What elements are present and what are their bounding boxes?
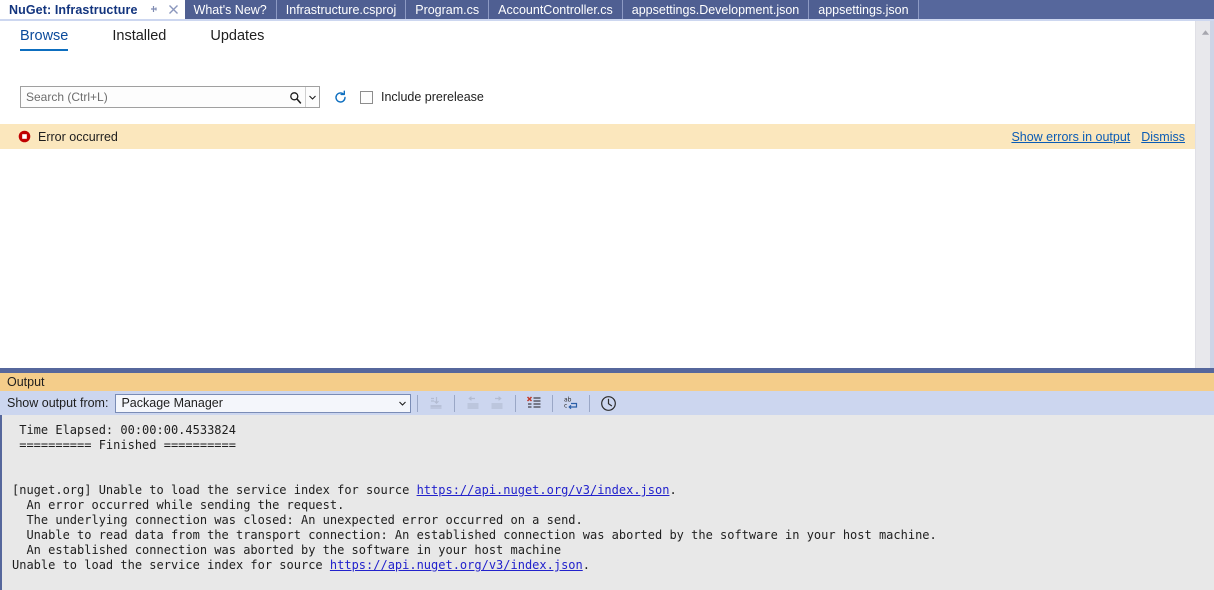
output-url-link[interactable]: https://api.nuget.org/v3/index.json — [330, 558, 583, 572]
svg-text:c: c — [564, 403, 567, 410]
toolbar-separator — [552, 394, 554, 412]
toggle-word-wrap-icon[interactable]: ab c — [560, 393, 582, 413]
previous-message-icon[interactable] — [462, 393, 484, 413]
error-message: Error occurred — [38, 129, 118, 144]
show-timestamps-icon[interactable] — [597, 393, 619, 413]
output-url-link[interactable]: https://api.nuget.org/v3/index.json — [417, 483, 670, 497]
tab-infrastructure-csproj[interactable]: Infrastructure.csproj — [276, 0, 407, 19]
output-title-bar[interactable]: Output — [0, 373, 1214, 391]
output-title: Output — [7, 375, 45, 389]
tab-updates-label: Updates — [210, 28, 265, 44]
tab-appsettings-json[interactable]: appsettings.json — [809, 0, 919, 19]
search-box[interactable] — [20, 86, 320, 108]
editor-tab-strip: NuGet: Infrastructure What's New? Infras… — [0, 0, 1214, 19]
pin-icon[interactable] — [147, 2, 162, 17]
next-message-icon[interactable] — [486, 393, 508, 413]
tab-installed[interactable]: Installed — [112, 27, 188, 51]
tab-strip-filler — [918, 0, 1214, 19]
close-icon[interactable] — [166, 2, 181, 17]
include-prerelease-label: Include prerelease — [381, 90, 484, 104]
include-prerelease-checkbox-group[interactable]: Include prerelease — [360, 90, 484, 104]
tab-label: Program.cs — [415, 2, 480, 17]
show-output-from-label: Show output from: — [7, 396, 109, 410]
error-notification-bar: Error occurred Show errors in output Dis… — [0, 124, 1195, 149]
tab-whats-new[interactable]: What's New? — [184, 0, 277, 19]
include-prerelease-checkbox[interactable] — [360, 90, 373, 104]
nuget-search-row: Include prerelease — [0, 85, 1214, 109]
tab-browse[interactable]: Browse — [20, 27, 90, 51]
tab-browse-label: Browse — [20, 28, 69, 44]
error-bar-links: Show errors in output Dismiss — [1011, 130, 1195, 144]
toolbar-separator — [515, 394, 517, 412]
tab-installed-label: Installed — [112, 28, 167, 44]
toolbar-separator — [417, 394, 419, 412]
error-circle-icon — [18, 130, 31, 143]
chevron-down-icon[interactable] — [305, 87, 319, 107]
show-errors-in-output-link[interactable]: Show errors in output — [1011, 130, 1130, 144]
output-line: ========== Finished ========== — [12, 438, 236, 452]
chevron-down-icon[interactable] — [394, 395, 410, 412]
dismiss-link[interactable]: Dismiss — [1141, 130, 1185, 144]
output-source-dropdown[interactable]: Package Manager — [115, 393, 412, 413]
tab-label: NuGet: Infrastructure — [9, 2, 138, 17]
search-input[interactable] — [21, 87, 286, 107]
tab-label: What's New? — [193, 2, 267, 17]
tab-label: AccountController.cs — [498, 2, 613, 17]
tab-label: appsettings.json — [818, 2, 909, 17]
tab-appsettings-development-json[interactable]: appsettings.Development.json — [622, 0, 810, 19]
output-line: [nuget.org] Unable to load the service i… — [12, 483, 677, 497]
output-line: The underlying connection was closed: An… — [12, 513, 583, 527]
go-to-message-icon[interactable] — [425, 393, 447, 413]
output-line: Time Elapsed: 00:00:00.4533824 — [12, 423, 236, 437]
nuget-mode-tabs: Browse Installed Updates — [0, 27, 308, 59]
tab-label: Infrastructure.csproj — [285, 2, 397, 17]
pane-right-edge — [1210, 21, 1214, 368]
package-results-list — [0, 149, 1195, 389]
tab-program-cs[interactable]: Program.cs — [406, 0, 490, 19]
tab-icon-group — [147, 2, 181, 17]
output-source-value: Package Manager — [121, 396, 223, 410]
output-line: Unable to read data from the transport c… — [12, 528, 937, 542]
output-line: An error occurred while sending the requ… — [12, 498, 345, 512]
output-line: An established connection was aborted by… — [12, 543, 562, 557]
tab-label: appsettings.Development.json — [631, 2, 800, 17]
search-icon[interactable] — [286, 87, 305, 107]
output-text-area[interactable]: Time Elapsed: 00:00:00.4533824 =========… — [0, 415, 1214, 590]
toolbar-separator — [454, 394, 456, 412]
output-toolbar: Show output from: Package Manager ab c — [0, 391, 1214, 415]
nuget-package-manager-pane: Browse Installed Updates Search (Ctrl+L)… — [0, 19, 1214, 389]
toolbar-separator — [589, 394, 591, 412]
output-line: Unable to load the service index for sou… — [12, 558, 590, 572]
tab-accountcontroller-cs[interactable]: AccountController.cs — [489, 0, 623, 19]
output-tool-window: Output Show output from: Package Manager — [0, 373, 1214, 590]
tab-updates[interactable]: Updates — [210, 27, 286, 51]
tab-nuget-infrastructure[interactable]: NuGet: Infrastructure — [0, 0, 185, 19]
clear-all-icon[interactable] — [523, 393, 545, 413]
output-log: Time Elapsed: 00:00:00.4533824 =========… — [2, 415, 1214, 573]
refresh-icon[interactable] — [329, 86, 351, 108]
